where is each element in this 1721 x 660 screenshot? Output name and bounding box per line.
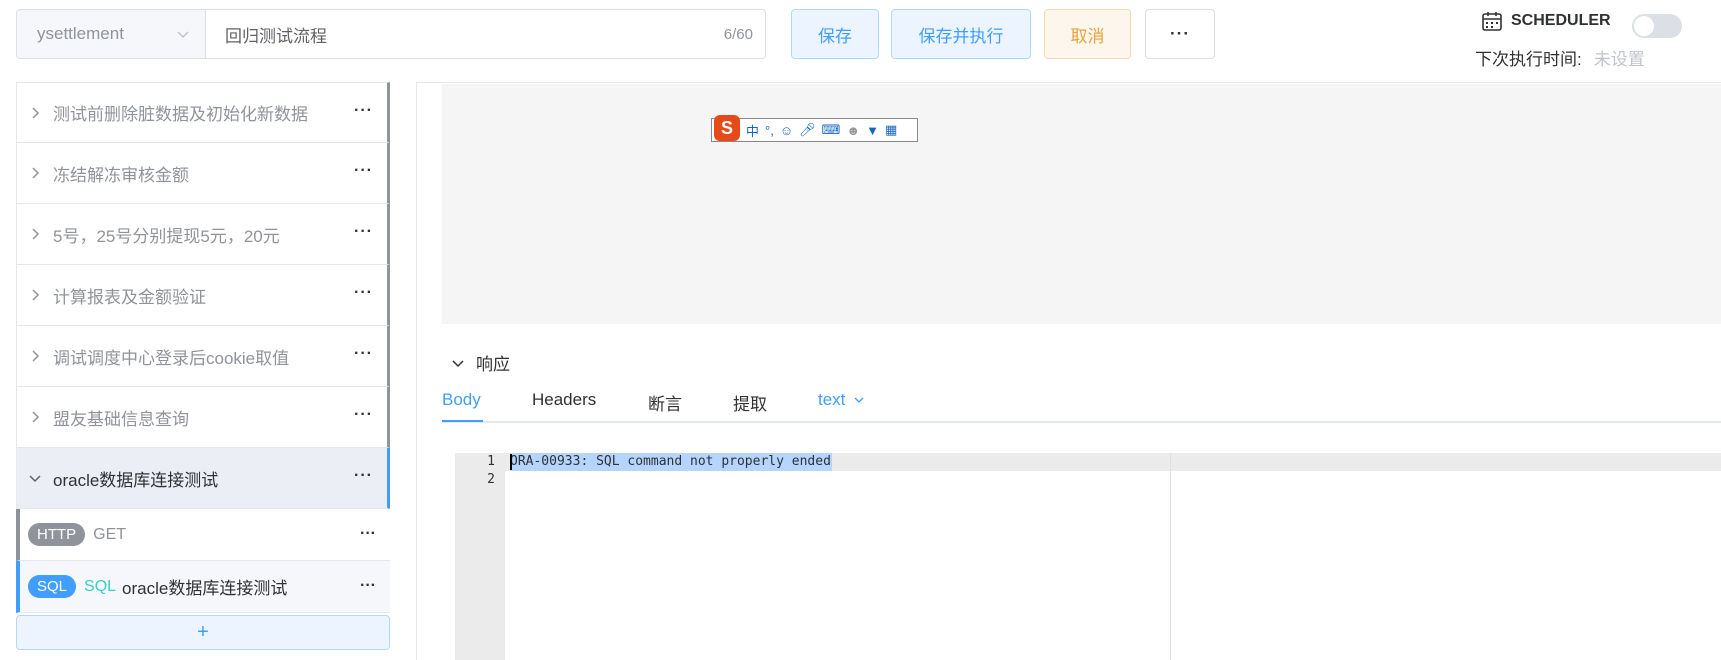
top-divider (416, 82, 1721, 83)
user-icon[interactable]: ☻ (846, 123, 860, 138)
mic-icon[interactable]: 🎤︎ (799, 122, 816, 138)
calendar-icon (1482, 12, 1502, 31)
punctuation-icon[interactable]: °, (765, 123, 774, 138)
line-number: 2 (487, 472, 495, 487)
sub-step-label: oracle数据库连接测试 (122, 579, 288, 598)
add-step-button[interactable]: + (16, 615, 390, 650)
panel-divider (416, 82, 417, 660)
step-label: oracle数据库连接测试 (53, 470, 219, 490)
chevron-right-icon[interactable] (27, 226, 43, 242)
grid-icon[interactable]: ▦ (885, 122, 897, 138)
more-actions-button[interactable]: ··· (1145, 9, 1215, 59)
step-item[interactable]: 测试前删除脏数据及初始化新数据 ··· (16, 82, 390, 143)
step-more-icon[interactable]: ··· (354, 163, 373, 179)
sub-step-sql[interactable]: SQL SQL oracle数据库连接测试 ··· (16, 561, 390, 613)
text-cursor (510, 454, 512, 470)
step-label: 盟友基础信息查询 (53, 409, 189, 429)
step-label: 5号，25号分别提现5元，20元 (53, 226, 280, 246)
step-label: 计算报表及金额验证 (53, 287, 206, 307)
next-run-label: 下次执行时间: (1475, 50, 1582, 69)
sogou-logo-icon: S (714, 115, 740, 141)
http-badge: HTTP (28, 523, 86, 546)
skin-icon[interactable]: ▼ (866, 123, 879, 138)
print-margin (1170, 453, 1171, 660)
chevron-down-icon (854, 397, 864, 403)
scheduler-header: SCHEDULER (1481, 10, 1611, 32)
step-label: 测试前删除脏数据及初始化新数据 (53, 105, 308, 124)
env-select[interactable]: ysettlement (16, 9, 206, 59)
step-label: 调试调度中心登录后cookie取值 (53, 348, 290, 368)
step-more-icon[interactable]: ··· (354, 468, 373, 484)
step-label: 冻结解冻审核金额 (53, 165, 189, 185)
code-line: ORA-00933: SQL command not properly ende… (510, 453, 832, 471)
chevron-down-icon (452, 359, 464, 367)
step-more-icon[interactable]: ··· (354, 407, 373, 423)
format-select[interactable]: text (818, 390, 865, 410)
next-run-value: 未设置 (1593, 50, 1645, 69)
step-more-icon[interactable]: ··· (354, 285, 373, 301)
step-more-icon[interactable]: ··· (354, 103, 373, 119)
name-char-count: 6/60 (723, 26, 753, 43)
request-editor[interactable] (442, 84, 1721, 324)
sub-step-more-icon[interactable]: ··· (360, 578, 376, 594)
chevron-right-icon[interactable] (27, 105, 43, 121)
step-more-icon[interactable]: ··· (354, 224, 373, 240)
line-number: 1 (487, 454, 495, 469)
format-select-value: text (818, 390, 846, 409)
env-select-value: ysettlement (37, 24, 124, 43)
ime-toolbar[interactable]: S 中 °, ☺ 🎤︎ ⌨ ☻ ▼ ▦ (711, 115, 918, 142)
sql-badge: SQL (28, 575, 77, 598)
chevron-right-icon[interactable] (27, 409, 43, 425)
sub-step-method: GET (93, 525, 127, 543)
response-section-header[interactable]: 响应 (450, 350, 510, 375)
step-item[interactable]: 盟友基础信息查询 ··· (16, 387, 390, 448)
step-item-active[interactable]: oracle数据库连接测试 ··· (16, 448, 390, 509)
tab-assertions[interactable]: 断言 (648, 390, 682, 415)
step-item[interactable]: 冻结解冻审核金额 ··· (16, 143, 390, 204)
cancel-button[interactable]: 取消 (1044, 9, 1131, 59)
chevron-down-icon (177, 31, 189, 39)
step-item[interactable]: 调试调度中心登录后cookie取值 ··· (16, 326, 390, 387)
scheduler-label: SCHEDULER (1511, 12, 1611, 29)
response-title: 响应 (476, 355, 510, 374)
sub-step-method: SQL (84, 577, 117, 595)
tab-extract[interactable]: 提取 (733, 390, 767, 415)
chevron-down-icon[interactable] (27, 470, 43, 486)
scenario-name-value: 回归测试流程 (225, 26, 327, 46)
step-item[interactable]: 计算报表及金额验证 ··· (16, 265, 390, 326)
response-tabs: Body Headers 断言 提取 text (442, 384, 1721, 423)
tab-body[interactable]: Body (442, 390, 481, 410)
tab-headers[interactable]: Headers (532, 390, 596, 410)
scheduler-toggle[interactable] (1632, 14, 1682, 38)
emoji-icon[interactable]: ☺ (780, 123, 793, 138)
sub-step-http[interactable]: HTTP GET ··· (16, 509, 390, 561)
step-list: 测试前删除脏数据及初始化新数据 ··· 冻结解冻审核金额 ··· 5号，25号分… (16, 82, 390, 660)
save-and-run-button[interactable]: 保存并执行 (891, 9, 1031, 59)
step-more-icon[interactable]: ··· (354, 346, 373, 362)
scenario-name-input[interactable]: 回归测试流程 6/60 (205, 9, 766, 59)
next-run-info: 下次执行时间: 未设置 (1475, 45, 1645, 70)
step-item[interactable]: 5号，25号分别提现5元，20元 ··· (16, 204, 390, 265)
active-tab-indicator (442, 420, 483, 422)
keyboard-icon[interactable]: ⌨ (822, 122, 841, 138)
chinese-mode-icon[interactable]: 中 (746, 121, 759, 140)
chevron-right-icon[interactable] (27, 348, 43, 364)
chevron-right-icon[interactable] (27, 165, 43, 181)
save-button[interactable]: 保存 (791, 9, 879, 59)
chevron-right-icon[interactable] (27, 287, 43, 303)
response-code-viewer[interactable]: 1 2 ORA-00933: SQL command not properly … (455, 453, 1721, 660)
sub-step-more-icon[interactable]: ··· (360, 526, 376, 542)
